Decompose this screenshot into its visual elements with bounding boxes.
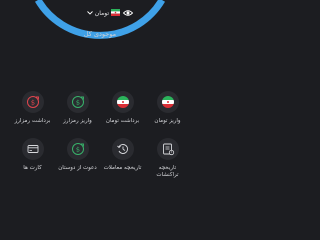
wallet-screen: تومان موجودی کل $ برداشت رمزارز $ واریز … bbox=[0, 0, 200, 200]
invite-friends-button[interactable]: $ دعوت از دوستان bbox=[55, 138, 100, 179]
svg-text:$: $ bbox=[30, 98, 34, 106]
toman-deposit-label: واریز تومان bbox=[154, 118, 181, 124]
trade-history-icon bbox=[111, 138, 134, 160]
invite-icon: $ bbox=[66, 138, 89, 160]
crypto-withdraw-icon: $ bbox=[21, 91, 44, 113]
crypto-withdraw-label: برداشت رمزارز bbox=[14, 118, 51, 124]
iran-flag-icon bbox=[111, 8, 120, 18]
trade-history-button[interactable]: تاریخچه معاملات bbox=[100, 138, 145, 179]
currency-dropdown[interactable]: تومان bbox=[86, 8, 120, 18]
transaction-history-label: تاریخچه تراکنشات bbox=[156, 165, 179, 178]
crypto-withdraw-button[interactable]: $ برداشت رمزارز bbox=[10, 91, 55, 125]
actions-row-secondary: کارت ها $ دعوت از دوستان تاریخچه معاملات… bbox=[10, 138, 190, 179]
svg-text:$: $ bbox=[75, 98, 79, 106]
trade-history-label: تاریخچه معاملات bbox=[103, 165, 142, 171]
iran-flag-icon bbox=[111, 91, 134, 113]
total-balance-label: موجودی کل bbox=[83, 30, 117, 38]
toman-withdraw-label: برداشت تومان bbox=[105, 118, 140, 124]
invite-friends-label: دعوت از دوستان bbox=[58, 165, 97, 171]
cards-label: کارت ها bbox=[23, 165, 42, 171]
actions-row-primary: $ برداشت رمزارز $ واریز رمزارز برداشت تو… bbox=[10, 91, 190, 125]
crypto-deposit-button[interactable]: $ واریز رمزارز bbox=[55, 91, 100, 125]
history-icon bbox=[156, 138, 179, 160]
transaction-history-button[interactable]: تاریخچه تراکنشات bbox=[145, 138, 190, 179]
crypto-deposit-icon: $ bbox=[66, 91, 89, 113]
cards-button[interactable]: کارت ها bbox=[10, 138, 55, 179]
card-icon bbox=[21, 138, 44, 160]
chevron-down-icon bbox=[86, 10, 93, 17]
currency-selector-row: تومان bbox=[70, 6, 134, 20]
iran-flag-icon bbox=[156, 91, 179, 113]
svg-text:$: $ bbox=[75, 145, 79, 153]
crypto-deposit-label: واریز رمزارز bbox=[63, 118, 92, 124]
toman-deposit-button[interactable]: واریز تومان bbox=[145, 91, 190, 125]
currency-label: تومان bbox=[94, 9, 109, 17]
eye-icon[interactable] bbox=[122, 7, 134, 19]
toman-withdraw-button[interactable]: برداشت تومان bbox=[100, 91, 145, 125]
